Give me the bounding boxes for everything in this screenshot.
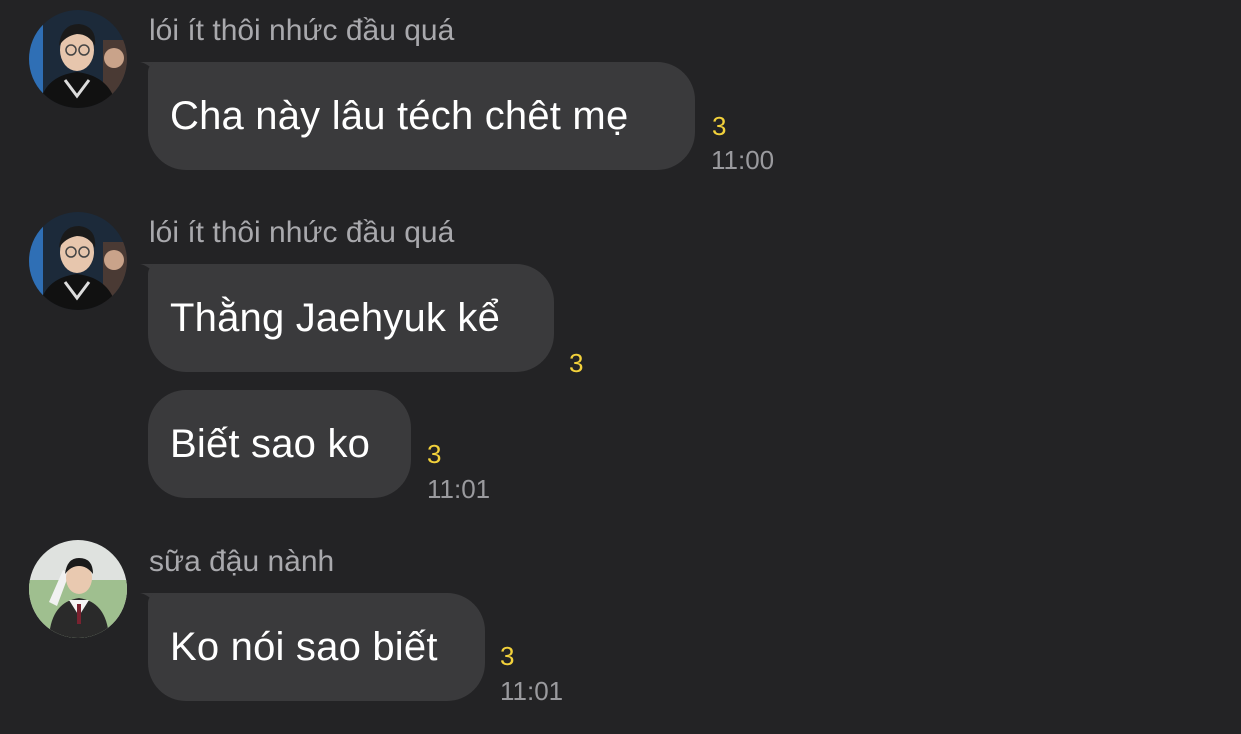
sender-avatar[interactable] (29, 212, 127, 310)
unread-count: 3 (569, 348, 584, 378)
message-bubble[interactable]: Biết sao ko (148, 390, 411, 498)
avatar-photo-icon (29, 212, 127, 310)
message-text: Thằng Jaehyuk kể (170, 296, 501, 340)
message-bubble[interactable]: Ko nói sao biết (148, 593, 485, 701)
chat-area: lói ít thôi nhức đầu quá Cha này lâu téc… (0, 0, 1241, 734)
avatar-photo-icon (29, 10, 127, 108)
message-text: Cha này lâu téch chêt mẹ (170, 94, 629, 138)
message-time: 11:00 (711, 145, 775, 175)
message-text: Biết sao ko (170, 422, 371, 466)
message-time: 11:01 (500, 676, 564, 706)
avatar-photo-icon (29, 540, 127, 638)
sender-name: sữa đậu nành (149, 545, 335, 578)
sender-avatar[interactable] (29, 540, 127, 638)
sender-name: lói ít thôi nhức đầu quá (149, 216, 455, 249)
sender-name: lói ít thôi nhức đầu quá (149, 14, 455, 47)
message-time: 11:01 (427, 474, 491, 504)
message-text: Ko nói sao biết (170, 625, 438, 669)
message-bubble[interactable]: Cha này lâu téch chêt mẹ (148, 62, 695, 170)
unread-count: 3 (427, 439, 442, 469)
sender-avatar[interactable] (29, 10, 127, 108)
unread-count: 3 (712, 111, 727, 141)
unread-count: 3 (500, 641, 515, 671)
message-bubble[interactable]: Thằng Jaehyuk kể (148, 264, 554, 372)
